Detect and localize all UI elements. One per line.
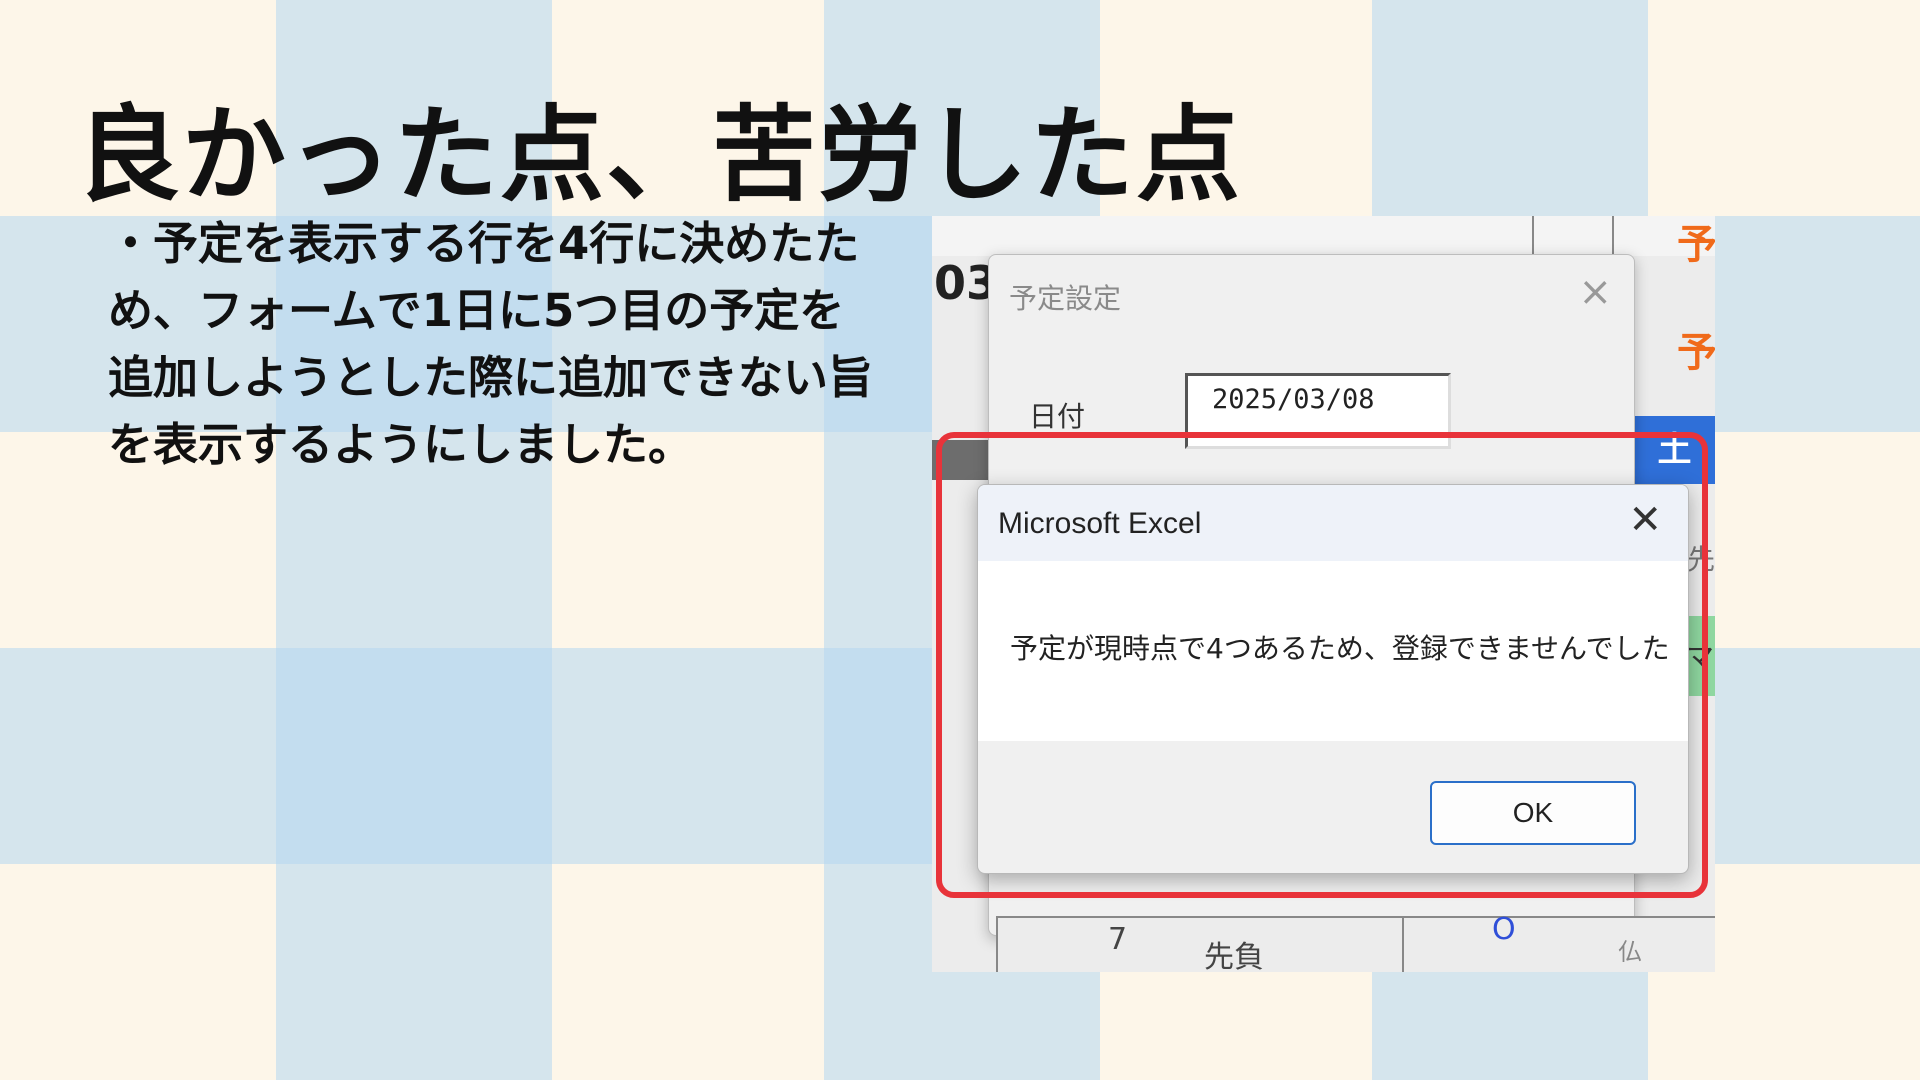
cell-border: [1532, 216, 1534, 256]
cell-border: [996, 918, 998, 972]
sheet-orange-char: 予: [1677, 222, 1715, 268]
date-label: 日付: [1029, 400, 1086, 433]
sheet-bottom-cell: 7: [1108, 922, 1128, 957]
cell-border: [1612, 216, 1614, 256]
highlight-frame: [936, 432, 1708, 898]
sheet-bottom-cell: 仏: [1618, 938, 1642, 966]
sheet-bottom-row: 7 先負 O 仏: [996, 912, 1715, 972]
cell-border: [1402, 918, 1404, 972]
slide-title: 良かった点、苦労した点: [76, 94, 1243, 216]
sheet-orange-char: 予: [1677, 330, 1715, 376]
slide-body-text: ・予定を表示する行を4行に決めたため、フォームで1日に5つ目の予定を追加しようと…: [108, 217, 874, 471]
sheet-bottom-cell: 先負: [1204, 940, 1264, 972]
sheet-bottom-cell: O: [1492, 912, 1516, 947]
close-icon[interactable]: ×: [1578, 269, 1612, 315]
schedule-dialog-title: 予定設定: [1009, 282, 1122, 315]
sheet-header-row: [932, 216, 1715, 256]
